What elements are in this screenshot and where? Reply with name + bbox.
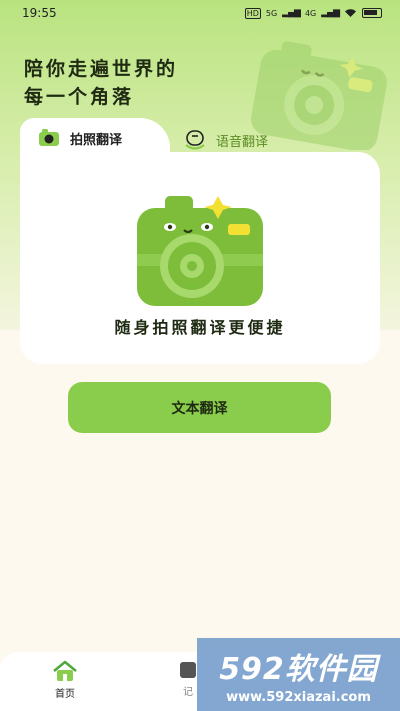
headline-line-1: 陪你走遍世界的	[24, 58, 179, 80]
signal-icon: ▂▄▆	[282, 8, 301, 18]
status-icons: HD 5G ▂▄▆ 4G ▂▄▆	[244, 7, 382, 19]
watermark-url: www.592xiazai.com	[226, 690, 371, 705]
nav-home-label: 首页	[55, 689, 75, 700]
signal-icon-2: ▂▄▆	[321, 8, 340, 18]
camera-icon	[39, 129, 59, 146]
status-bar: 19:55 HD 5G ▂▄▆ 4G ▂▄▆	[0, 0, 400, 26]
hd-badge: HD	[244, 7, 261, 19]
nav-item-home[interactable]: 首页	[52, 660, 78, 700]
photo-translate-card[interactable]: 随身拍照翻译更便捷	[20, 152, 380, 364]
tab-photo-translate-label: 拍照翻译	[70, 132, 123, 148]
nav-item-notes[interactable]: 记	[178, 660, 198, 698]
text-translate-button[interactable]: 文本翻译	[68, 382, 331, 433]
watermark: 592软件园 www.592xiazai.com	[197, 638, 400, 711]
4g-label: 4G	[304, 8, 317, 18]
camera-mascot-icon	[137, 196, 263, 306]
status-time: 19:55	[22, 6, 57, 20]
headline: 陪你走遍世界的 每一个角落	[24, 55, 178, 111]
wifi-icon	[345, 9, 356, 17]
home-icon	[53, 660, 77, 681]
nav-notes-label: 记	[183, 687, 193, 698]
notebook-icon	[180, 662, 196, 678]
card-caption: 随身拍照翻译更便捷	[114, 318, 286, 337]
watermark-title: 592软件园	[219, 652, 378, 687]
5g-label: 5G	[265, 8, 278, 18]
voice-face-icon	[185, 130, 205, 150]
headline-line-2: 每一个角落	[24, 86, 135, 108]
battery-icon	[362, 8, 382, 18]
tab-voice-translate-label: 语音翻译	[216, 134, 269, 150]
